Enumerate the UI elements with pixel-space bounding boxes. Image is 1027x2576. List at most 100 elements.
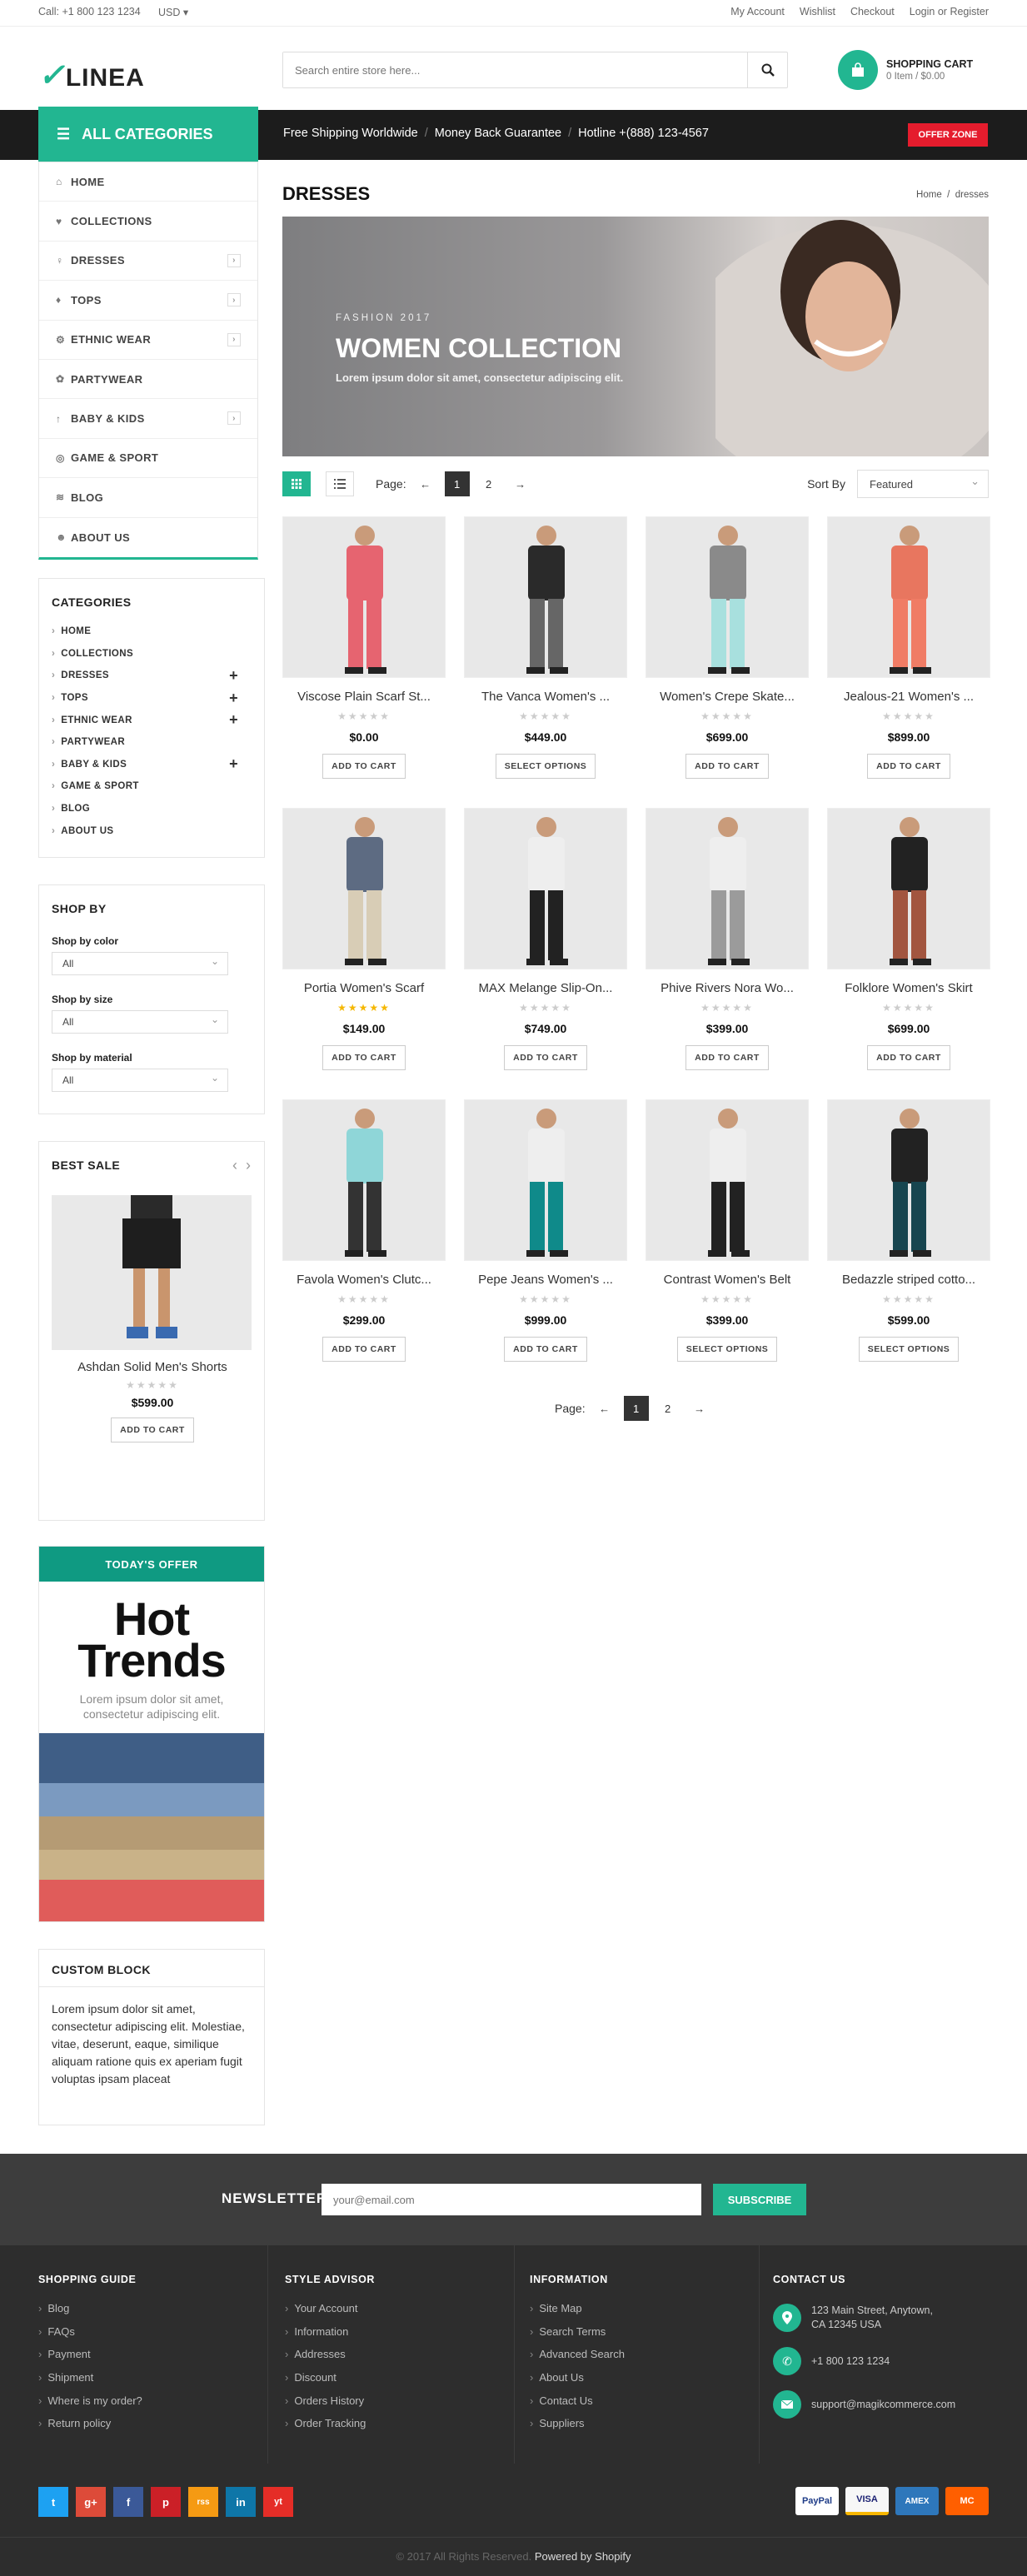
side-menu-blog[interactable]: ≋ BLOG [39, 478, 257, 518]
product-image[interactable] [282, 516, 446, 678]
product-card[interactable]: Women's Crepe Skate... ★★★★★ $699.00 ADD TO… [646, 516, 809, 779]
category-link[interactable]: ETHNIC WEAR + [52, 709, 252, 731]
category-link[interactable]: DRESSES + [52, 665, 252, 687]
footer-link[interactable]: Search Terms [530, 2320, 759, 2344]
phone-number[interactable]: +1 800 123 1234 [811, 2354, 890, 2369]
product-name[interactable]: Phive Rivers Nora Wo... [646, 981, 809, 995]
product-name[interactable]: Favola Women's Clutc... [282, 1273, 446, 1287]
side-menu-home[interactable]: ⌂ HOME [39, 162, 257, 202]
size-select[interactable]: All [52, 1010, 228, 1034]
product-action-button[interactable]: SELECT OPTIONS [495, 754, 596, 779]
footer-link[interactable]: Site Map [530, 2297, 759, 2320]
footer-link[interactable]: Contact Us [530, 2389, 759, 2412]
product-action-button[interactable]: ADD TO CART [504, 1045, 587, 1070]
rss-icon[interactable]: rss [188, 2487, 218, 2517]
product-action-button[interactable]: SELECT OPTIONS [858, 1337, 960, 1362]
google-plus-icon[interactable]: g+ [76, 2487, 106, 2517]
product-image[interactable] [464, 808, 627, 969]
page-1-button[interactable]: 1 [444, 471, 470, 496]
product-action-button[interactable]: ADD TO CART [867, 754, 950, 779]
footer-link[interactable]: FAQs [38, 2320, 267, 2344]
offer-zone-button[interactable]: OFFER ZONE [908, 123, 988, 147]
footer-link[interactable]: Shipment [38, 2366, 267, 2389]
side-menu-dresses[interactable]: ♀ DRESSES › [39, 242, 257, 282]
product-card[interactable]: Pepe Jeans Women's ... ★★★★★ $999.00 ADD TO… [464, 1099, 627, 1362]
side-menu-tops[interactable]: ♦ TOPS › [39, 281, 257, 321]
product-name[interactable]: Jealous-21 Women's ... [827, 690, 990, 704]
product-card[interactable]: The Vanca Women's ... ★★★★★ $449.00 SELECT … [464, 516, 627, 779]
side-menu-game-sport[interactable]: ◎ GAME & SPORT [39, 439, 257, 479]
product-image[interactable] [646, 516, 809, 678]
product-action-button[interactable]: ADD TO CART [322, 1337, 406, 1362]
next-page-button[interactable]: → [687, 1396, 712, 1421]
grid-view-button[interactable] [282, 471, 311, 496]
product-action-button[interactable]: SELECT OPTIONS [676, 1337, 778, 1362]
product-action-button[interactable]: ADD TO CART [504, 1337, 587, 1362]
email-address[interactable]: support@magikcommerce.com [811, 2398, 955, 2412]
product-card[interactable]: Portia Women's Scarf ★★★★★ $149.00 ADD TO C… [282, 808, 446, 1070]
search-button[interactable] [747, 52, 787, 87]
product-image[interactable] [827, 808, 990, 969]
footer-link[interactable]: Where is my order? [38, 2389, 267, 2412]
footer-link[interactable]: Orders History [285, 2389, 514, 2412]
product-card[interactable]: Jealous-21 Women's ... ★★★★★ $899.00 ADD TO… [827, 516, 990, 779]
category-link[interactable]: HOME [52, 620, 252, 643]
chevron-left-icon[interactable]: ‹ [232, 1157, 237, 1173]
chevron-right-icon[interactable]: › [227, 411, 241, 426]
my-account-link[interactable]: My Account [730, 6, 785, 17]
product-name[interactable]: Women's Crepe Skate... [646, 690, 809, 704]
product-card[interactable]: MAX Melange Slip-On... ★★★★★ $749.00 ADD TO… [464, 808, 627, 1070]
linkedin-icon[interactable]: in [226, 2487, 256, 2517]
product-image[interactable] [827, 516, 990, 678]
chevron-right-icon[interactable]: › [246, 1157, 251, 1173]
product-action-button[interactable]: ADD TO CART [322, 754, 406, 779]
product-card[interactable]: Phive Rivers Nora Wo... ★★★★★ $399.00 ADD T… [646, 808, 809, 1070]
footer-link[interactable]: Your Account [285, 2297, 514, 2320]
product-image[interactable] [282, 1099, 446, 1261]
search-input[interactable] [283, 52, 750, 87]
chevron-right-icon[interactable]: › [227, 332, 241, 346]
product-name[interactable]: Portia Women's Scarf [282, 981, 446, 995]
register-link[interactable]: Register [950, 6, 989, 17]
product-name[interactable]: Contrast Women's Belt [646, 1273, 809, 1287]
product-image[interactable] [827, 1099, 990, 1261]
page-1-button[interactable]: 1 [623, 1396, 649, 1421]
sort-select[interactable]: Featured [857, 470, 989, 498]
checkout-link[interactable]: Checkout [850, 6, 895, 17]
footer-link[interactable]: Order Tracking [285, 2412, 514, 2435]
footer-link[interactable]: Payment [38, 2343, 267, 2366]
product-image[interactable] [282, 808, 446, 969]
footer-link[interactable]: Advanced Search [530, 2343, 759, 2366]
side-menu-about-us[interactable]: ☻ ABOUT US [39, 518, 257, 557]
side-menu-baby-kids[interactable]: ↑ BABY & KIDS › [39, 399, 257, 439]
product-card[interactable]: Contrast Women's Belt ★★★★★ $399.00 SELECT … [646, 1099, 809, 1362]
category-link[interactable]: BABY & KIDS + [52, 754, 252, 776]
color-select[interactable]: All [52, 952, 228, 975]
product-action-button[interactable]: ADD TO CART [685, 754, 769, 779]
jeans-image[interactable] [39, 1733, 264, 1921]
expand-plus-icon[interactable]: + [229, 755, 238, 773]
facebook-icon[interactable]: f [113, 2487, 143, 2517]
breadcrumb-home[interactable]: Home [916, 190, 942, 200]
prev-page-button[interactable]: ← [592, 1396, 617, 1421]
category-link[interactable]: ABOUT US [52, 820, 252, 842]
product-name[interactable]: MAX Melange Slip-On... [464, 981, 627, 995]
footer-link[interactable]: About Us [530, 2366, 759, 2389]
best-sale-name[interactable]: Ashdan Solid Men's Shorts [39, 1360, 266, 1374]
chevron-right-icon[interactable]: › [227, 253, 241, 267]
product-action-button[interactable]: ADD TO CART [322, 1045, 406, 1070]
next-page-button[interactable]: → [508, 471, 533, 496]
footer-link[interactable]: Blog [38, 2297, 267, 2320]
youtube-icon[interactable]: yt [263, 2487, 293, 2517]
pinterest-icon[interactable]: p [151, 2487, 181, 2517]
footer-link[interactable]: Return policy [38, 2412, 267, 2435]
category-link[interactable]: BLOG [52, 798, 252, 820]
product-name[interactable]: Pepe Jeans Women's ... [464, 1273, 627, 1287]
side-menu-collections[interactable]: ♥ COLLECTIONS [39, 202, 257, 242]
product-name[interactable]: The Vanca Women's ... [464, 690, 627, 704]
product-image[interactable] [464, 1099, 627, 1261]
footer-link[interactable]: Suppliers [530, 2412, 759, 2435]
expand-plus-icon[interactable]: + [229, 667, 238, 685]
product-card[interactable]: Bedazzle striped cotto... ★★★★★ $599.00 SEL… [827, 1099, 990, 1362]
login-link[interactable]: Login [910, 6, 935, 17]
